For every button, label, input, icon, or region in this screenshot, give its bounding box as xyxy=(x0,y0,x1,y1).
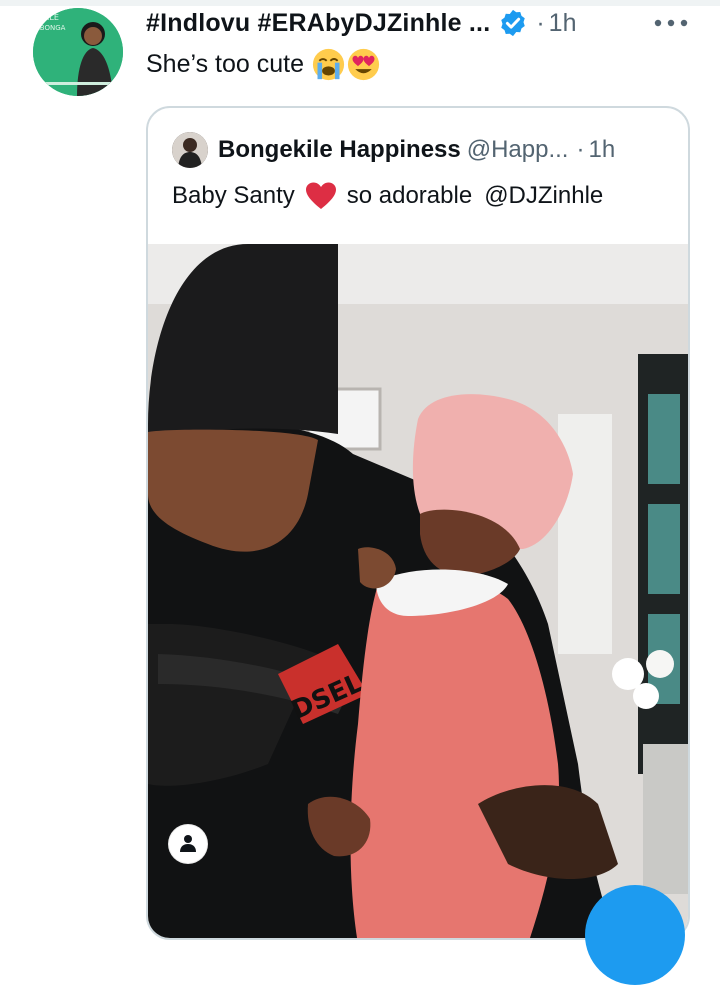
verified-badge-icon xyxy=(501,9,526,37)
quoted-text-before: Baby Santy xyxy=(172,182,295,209)
quoted-tweet-text: Baby Santy so adorable @DJZinhle xyxy=(172,176,603,216)
media-info-icon[interactable] xyxy=(168,824,208,864)
quoted-tweet-header: Bongekile Happiness @Happ... · 1h xyxy=(172,132,615,168)
avatar-text-line1: INHLE xyxy=(35,13,59,22)
tweet-text: She’s too cute xyxy=(146,46,380,82)
crying-face-emoji-icon xyxy=(312,48,345,80)
quoted-header-separator: · xyxy=(576,136,585,163)
more-options-icon[interactable] xyxy=(654,18,688,28)
heart-eyes-emoji-icon xyxy=(347,48,380,80)
author-display-name[interactable]: #Indlovu #ERAbyDJZinhle ... xyxy=(146,9,490,38)
tweet-text-content: She’s too cute xyxy=(146,49,304,78)
tweet-header: #Indlovu #ERAbyDJZinhle ... · 1h xyxy=(146,5,576,41)
header-separator: · xyxy=(536,8,545,37)
quoted-author-name[interactable]: Bongekile Happiness xyxy=(218,136,461,164)
red-heart-emoji-icon xyxy=(305,182,336,209)
avatar-text-line2: ABONGA xyxy=(35,24,66,32)
tweet-photo[interactable]: DSEL xyxy=(148,244,688,940)
compose-tweet-button[interactable] xyxy=(585,885,685,985)
quoted-author-avatar[interactable] xyxy=(172,132,208,168)
quoted-tweet-card[interactable]: Bongekile Happiness @Happ... · 1h Baby S… xyxy=(146,106,690,940)
author-avatar[interactable]: INHLE ABONGA xyxy=(33,8,123,96)
quoted-tweet-timestamp[interactable]: 1h xyxy=(588,136,615,164)
quoted-text-after: so adorable xyxy=(346,182,473,209)
mention-link[interactable]: @DJZinhle xyxy=(484,182,603,210)
quoted-author-handle[interactable]: @Happ... xyxy=(467,136,569,164)
tweet-timestamp[interactable]: 1h xyxy=(549,9,577,38)
